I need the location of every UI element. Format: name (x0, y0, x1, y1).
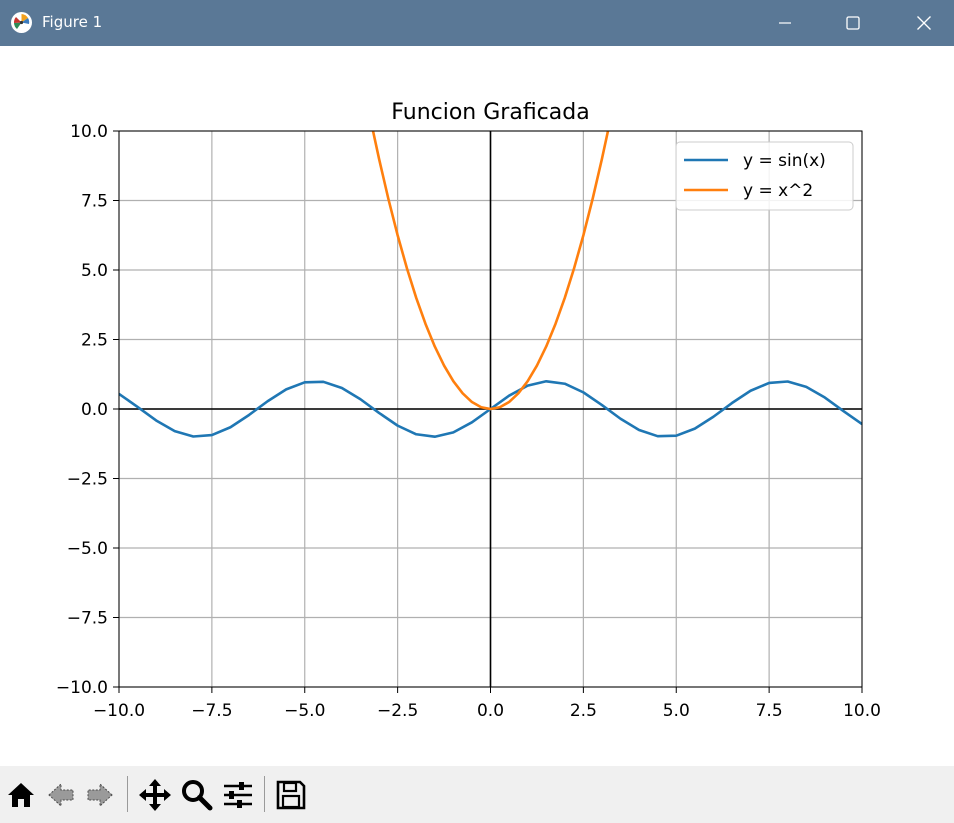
legend-label: y = sin(x) (743, 151, 826, 171)
x-tick-label: −10.0 (93, 701, 145, 721)
y-tick-label: −7.5 (67, 609, 108, 629)
save-button[interactable] (273, 774, 309, 816)
maximize-icon (846, 16, 860, 30)
zoom-icon (182, 780, 213, 811)
save-icon (276, 780, 306, 810)
y-tick-label: −2.5 (67, 470, 108, 490)
x-tick-label: 0.0 (477, 701, 504, 721)
minimize-button[interactable] (750, 0, 820, 46)
y-tick-label: 10.0 (70, 122, 108, 142)
x-tick-label: 2.5 (570, 701, 597, 721)
x-tick-label: −7.5 (191, 701, 232, 721)
back-icon (48, 782, 74, 808)
toolbar-separator (127, 776, 128, 812)
x-tick-label: 5.0 (663, 701, 690, 721)
back-button[interactable] (43, 774, 79, 816)
y-tick-label: 7.5 (81, 192, 108, 212)
configure-subplots-button[interactable] (220, 774, 256, 816)
toolbar-separator (264, 776, 265, 812)
close-button[interactable] (889, 0, 954, 46)
y-tick-label: 2.5 (81, 331, 108, 351)
x-tick-label: −2.5 (377, 701, 418, 721)
y-tick-label: 5.0 (81, 261, 108, 281)
x-tick-label: −5.0 (284, 701, 325, 721)
home-button[interactable] (3, 774, 39, 816)
figure-canvas: −10.0 −7.5 −5.0 −2.5 0.0 2.5 5.0 7.5 10.0 −10.0 −7… (0, 46, 954, 766)
home-icon (8, 783, 34, 807)
x-tick-label: 10.0 (843, 701, 881, 721)
forward-button[interactable] (82, 774, 118, 816)
title-bar: Figure 1 (0, 0, 954, 46)
window-title: Figure 1 (42, 13, 103, 31)
pan-button[interactable] (137, 774, 173, 816)
y-tick-label: −5.0 (67, 539, 108, 559)
x-tick-label: 7.5 (756, 701, 783, 721)
y-tick-label: 0.0 (81, 400, 108, 420)
legend-label: y = x^2 (743, 181, 813, 201)
ticks: −10.0 −7.5 −5.0 −2.5 0.0 2.5 5.0 7.5 10.0 −10.0 −7… (56, 122, 881, 721)
chart-title: Funcion Graficada (391, 100, 589, 125)
legend: y = sin(x) y = x^2 (675, 141, 854, 211)
minimize-icon (779, 22, 791, 24)
y-tick-label: −10.0 (56, 678, 108, 698)
chart: −10.0 −7.5 −5.0 −2.5 0.0 2.5 5.0 7.5 10.0 −10.0 −7… (56, 100, 881, 721)
pan-icon (139, 779, 171, 811)
zoom-button[interactable] (179, 774, 215, 816)
maximize-button[interactable] (818, 0, 888, 46)
close-icon (917, 16, 931, 30)
forward-icon (87, 782, 113, 808)
matplotlib-logo-icon (11, 12, 32, 33)
configure-subplots-icon (224, 782, 252, 808)
